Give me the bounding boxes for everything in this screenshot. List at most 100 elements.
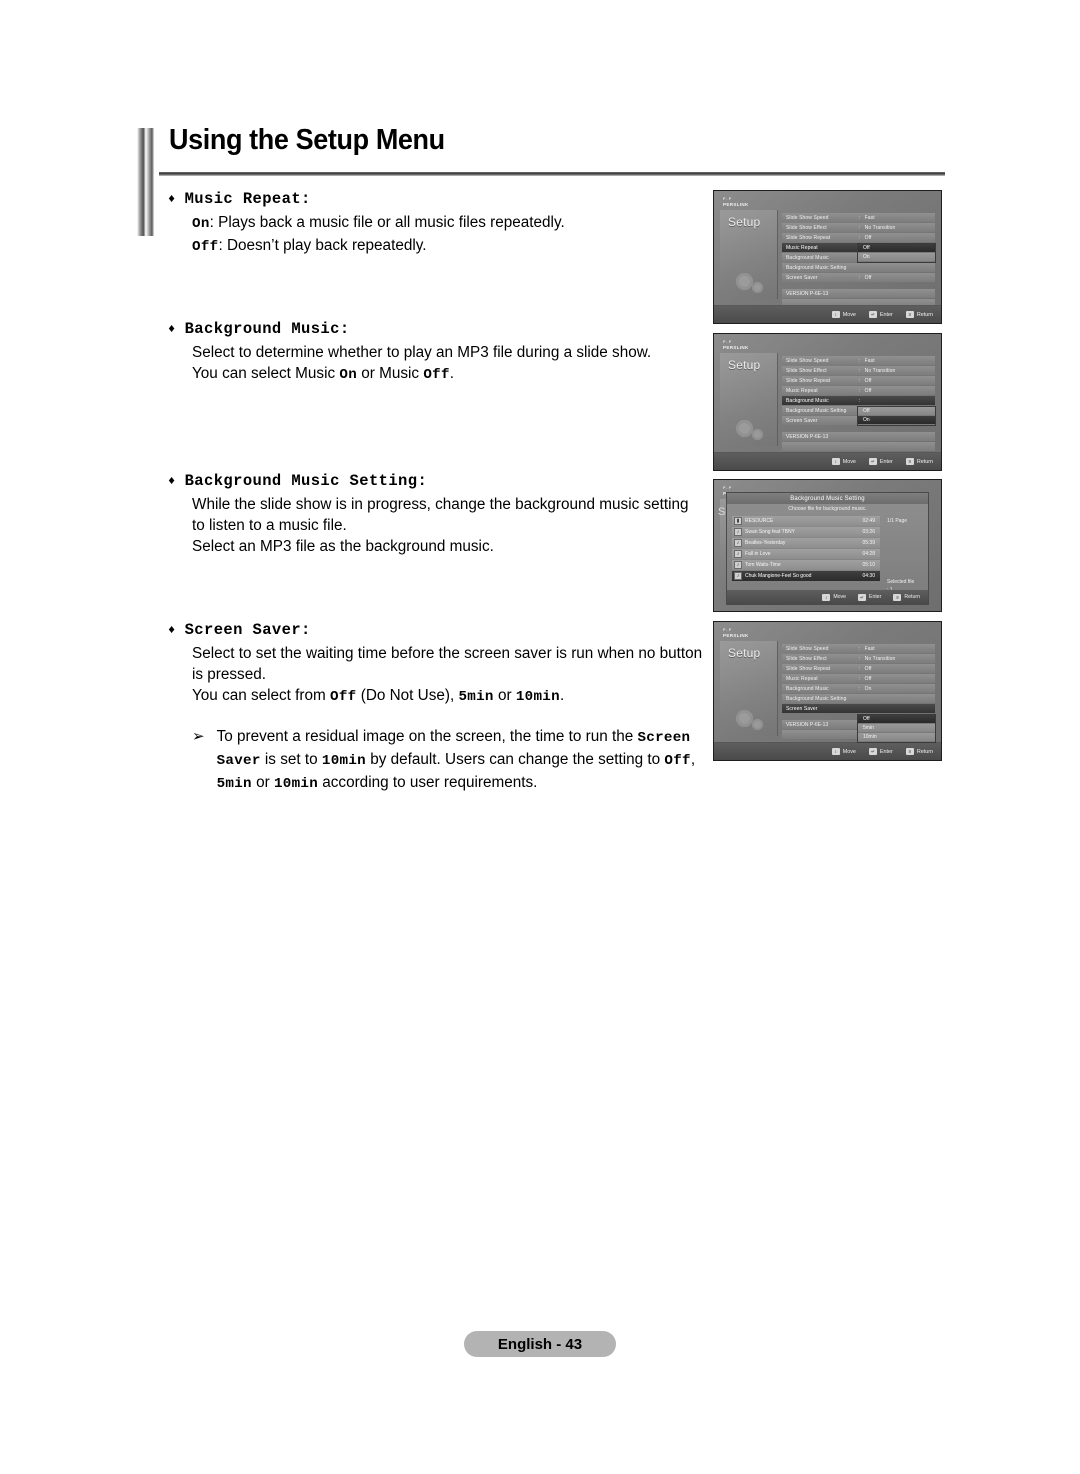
footer-return-label: Return [916,748,933,755]
value-on: On [192,216,210,232]
dropdown-music-repeat[interactable]: Off On [857,243,936,263]
dropdown-option-on[interactable]: On [858,416,935,425]
footer-move-label: Move [842,748,856,755]
note-text: To prevent a residual image on the scree… [217,726,703,795]
document-content: ♦ Music Repeat: On: Plays back a music f… [168,190,703,795]
selected-file-label: Selected file [887,579,915,585]
menu-row-music-repeat[interactable]: Music Repeat: Off [782,386,935,395]
file-name: Tom Waits-Time [745,562,781,568]
file-duration: 05:10 [862,562,875,568]
file-name: RESOURCE [745,518,774,524]
section-heading-background-music-setting: ♦ Background Music Setting: [168,472,703,490]
menu-row-slide-show-effect[interactable]: Slide Show Effect: No Transition [782,223,935,232]
menu-row-music-repeat[interactable]: Music Repeat: Off [782,674,935,683]
brand-top-text: P.P [723,197,733,201]
menu-label: Background Music [786,685,829,692]
list-item[interactable]: ♪ Chuk Mangione-Feel So good 04:30 [732,571,880,581]
colon: : [858,367,860,374]
setup-menu-list: Slide Show Speed: Fast Slide Show Effect:… [782,356,935,451]
menu-label: Screen Saver [786,274,818,281]
footer-enter-label: Enter [869,594,882,600]
list-item[interactable]: ♪ Swan Song feat TBNY 03:26 [732,527,880,537]
menu-row-slide-show-speed[interactable]: Slide Show Speed: Fast [782,644,935,653]
menu-row-screen-saver[interactable]: Screen Saver: Off [782,273,935,282]
section-heading-text: Screen Saver: [184,621,311,639]
dropdown-option-off[interactable]: Off [858,715,935,724]
dropdown-option-5min[interactable]: 5min [858,724,935,733]
brand-logo: P.PPERSLINK [723,197,749,207]
enter-key-icon: ↵ [868,748,877,755]
list-item[interactable]: ♪ Fall in Love 04:28 [732,549,880,559]
note-f: according to user requirements. [318,774,538,791]
note-saver: Saver [216,753,261,769]
music-repeat-off-line: Off: Doesn’t play back repeatedly. [192,235,703,258]
menu-label: Slide Show Effect [786,224,827,231]
music-note-icon: ♪ [734,572,742,580]
menu-row-slide-show-speed[interactable]: Slide Show Speed: Fast [782,356,935,365]
bgms-line-2: Select an MP3 file as the background mus… [192,538,494,555]
menu-row-slide-show-repeat[interactable]: Slide Show Repeat: Off [782,376,935,385]
menu-row-screen-saver[interactable]: Screen Saver [782,704,935,713]
enter-key-icon: ↵ [858,593,867,601]
value-off: Off [192,239,219,255]
music-note-icon: ♪ [734,561,742,569]
note-10min-2: 10min [273,776,319,792]
value-10min: 10min [515,689,560,705]
file-name: Swan Song feat TBNY [745,529,795,535]
menu-row-background-music[interactable]: Background Music: [782,396,935,405]
menu-row-slide-show-speed[interactable]: Slide Show Speed: Fast [782,213,935,222]
menu-row-background-music-setting[interactable]: Background Music Setting [782,263,935,272]
list-item[interactable]: ♪ Tom Waits-Time 05:10 [732,560,880,570]
setup-title: Setup [728,215,761,229]
dropdown-screen-saver[interactable]: Off 5min 10min [857,714,936,743]
blank-row [782,442,935,451]
dropdown-option-10min[interactable]: 10min [858,733,935,742]
return-key-icon: ≡ [893,593,902,601]
dropdown-option-off[interactable]: Off [858,407,935,416]
list-item[interactable]: ♪ Beatles-Yesterday 05:39 [732,538,880,548]
brand-text: PERSLINK [723,633,749,638]
menu-row-slide-show-repeat[interactable]: Slide Show Repeat: Off [782,233,935,242]
dropdown-background-music[interactable]: Off On [857,406,936,426]
arrow-bullet-icon: ➢ [192,728,205,745]
note-screen: Screen [637,730,691,746]
return-key-icon: ≡ [905,458,914,465]
version-label: VERSION P-6E-13 [782,432,935,441]
list-item[interactable]: ▮ RESOURCE 02:49 [732,516,880,526]
colon: : [858,675,860,682]
bgm-l2-b: or Music [357,365,424,382]
footer-move-label: Move [842,311,856,318]
note-b: is set to [260,751,322,768]
footer-enter-label: Enter [879,458,893,465]
colon: : [858,655,860,662]
footer-return-label: Return [916,458,933,465]
section-background-music-setting: ♦ Background Music Setting: While the sl… [168,472,703,557]
menu-row-background-music[interactable]: Background Music: On [782,684,935,693]
menu-row-slide-show-effect[interactable]: Slide Show Effect: No Transition [782,654,935,663]
menu-label: Background Music Setting [786,264,847,271]
menu-value: No Transition [864,224,896,231]
footer-move-label: Move [842,458,856,465]
menu-row-background-music-setting[interactable]: Background Music Setting [782,694,935,703]
menu-row-slide-show-repeat[interactable]: Slide Show Repeat: Off [782,664,935,673]
note-e: or [251,774,274,791]
tv-footer-bar: ↕ Move ↵ Enter ≡ Return [714,305,941,323]
dropdown-option-off[interactable]: Off [858,244,935,253]
tv-screen: P.P PERSLINK Setup Slide Show Speed: Fast … [714,334,941,470]
footer-enter: ↵ Enter [868,748,893,755]
screenshot-background-music-setting: P.PPERSLINK Setup Background Music Setti… [713,479,942,612]
move-key-icon: ↕ [831,748,840,755]
file-duration: 02:49 [862,518,875,524]
diamond-bullet-icon: ♦ [168,474,176,488]
footer-move: ↕ Move [831,458,856,465]
menu-row-slide-show-effect[interactable]: Slide Show Effect: No Transition [782,366,935,375]
folder-icon: ▮ [734,517,742,525]
dropdown-option-on[interactable]: On [858,253,935,262]
bgm-line-2: You can select Music On or Music Off. [192,363,703,386]
page-title: Using the Setup Menu [169,124,445,156]
